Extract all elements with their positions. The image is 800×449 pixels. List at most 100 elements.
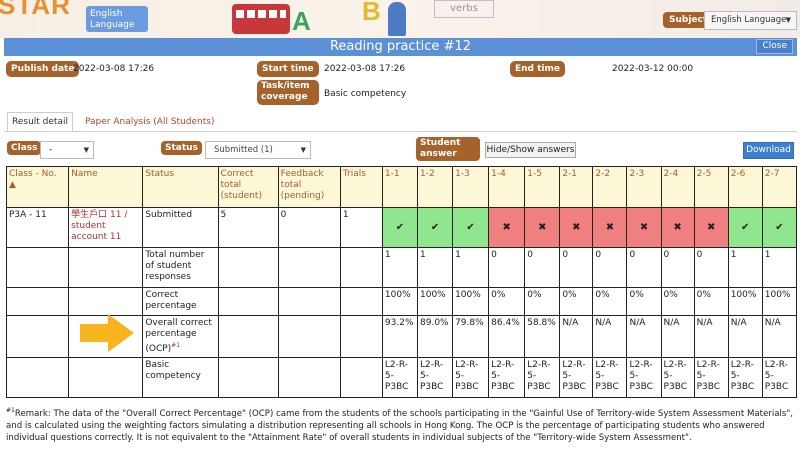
answer-mark-icon[interactable]: ✔ xyxy=(452,207,490,248)
tab-paper-analysis[interactable]: Paper Analysis (All Students) xyxy=(85,112,214,132)
col-header-feedback-total[interactable]: Feedback total (pending) xyxy=(277,166,341,208)
cell-stat-value: 100% xyxy=(416,287,454,316)
tab-divider xyxy=(4,131,797,132)
cell-student-name[interactable]: 學生戶口 11 / student account 11 xyxy=(68,207,144,248)
col-header-status[interactable]: Status xyxy=(142,166,219,208)
subject-select[interactable]: English Language ▼ xyxy=(704,11,797,30)
start-time-label: Start time xyxy=(257,61,319,77)
col-header-q[interactable]: 1-1 xyxy=(381,166,419,208)
col-header-q[interactable]: 1-4 xyxy=(488,166,526,208)
answer-mark-icon[interactable]: ✖ xyxy=(592,207,628,248)
remark-footnote-mark: #1 xyxy=(6,407,15,414)
coverage-value: Basic competency xyxy=(324,89,407,99)
subject-select-value: English Language xyxy=(711,15,787,25)
star-logo: STAR xyxy=(0,0,71,20)
table-row-stat: Basic competency L2-R-5-P3BC L2-R-5-P3BC L2… xyxy=(5,357,798,398)
cell-empty xyxy=(277,315,341,358)
cell-stat-value: 0 xyxy=(488,247,526,288)
cell-stat-value: 58.8% xyxy=(524,315,561,358)
answer-mark-icon[interactable]: ✔ xyxy=(416,207,454,248)
cell-stat-value: 0% xyxy=(693,287,729,316)
cell-stat-value: 1 xyxy=(761,247,798,288)
col-header-name[interactable]: Name xyxy=(68,166,144,208)
subject-badge: English Language xyxy=(86,6,148,32)
table-row-stat: Total number of student responses 1 1 1 0 0 0 0… xyxy=(5,247,798,288)
bus-illustration-icon xyxy=(232,4,290,34)
col-header-correct-total[interactable]: Correct total (student) xyxy=(217,166,279,208)
answer-mark-icon[interactable]: ✖ xyxy=(693,207,729,248)
arrow-right-icon xyxy=(80,314,134,352)
chevron-down-icon: ▼ xyxy=(785,16,791,24)
col-header-q[interactable]: 1-5 xyxy=(524,166,561,208)
answer-mark-icon[interactable]: ✖ xyxy=(524,207,561,248)
cell-empty xyxy=(339,357,383,398)
answer-mark-icon[interactable]: ✖ xyxy=(660,207,695,248)
cell-stat-value: 1 xyxy=(416,247,454,288)
cell-stat-value: N/A xyxy=(727,315,763,358)
cell-stat-value: L2-R-5-P3BC xyxy=(524,357,561,398)
tab-result-detail[interactable]: Result detail xyxy=(7,112,73,132)
col-header-q[interactable]: 2-6 xyxy=(727,166,763,208)
col-header-class-no[interactable]: Class - No. ▲ xyxy=(5,166,70,208)
cell-stat-value: L2-R-5-P3BC xyxy=(416,357,454,398)
cell-empty xyxy=(5,357,70,398)
cell-stat-value: 0 xyxy=(660,247,695,288)
publish-date-label: Publish date xyxy=(6,61,80,77)
cell-stat-label: Overall correct percentage (OCP)#1 xyxy=(142,315,219,358)
chevron-down-icon: ▼ xyxy=(83,146,89,154)
cell-empty xyxy=(339,315,383,358)
cell-stat-value: 0% xyxy=(559,287,594,316)
cell-class-no: P3A - 11 xyxy=(5,207,70,248)
letter-a-illustration: A xyxy=(292,6,311,36)
results-table: Class - No. ▲ Name Status Correct total … xyxy=(5,166,798,398)
cell-stat-value: L2-R-5-P3BC xyxy=(727,357,763,398)
cell-stat-value: 0% xyxy=(592,287,628,316)
end-time-label: End time xyxy=(510,61,565,77)
stat-label-text: Correct percentage xyxy=(145,290,197,311)
answer-mark-icon[interactable]: ✔ xyxy=(381,207,419,248)
cell-empty xyxy=(277,357,341,398)
col-header-q[interactable]: 1-2 xyxy=(416,166,454,208)
download-button[interactable]: Download xyxy=(743,142,794,159)
answer-mark-icon[interactable]: ✔ xyxy=(727,207,763,248)
col-header-q[interactable]: 1-3 xyxy=(452,166,490,208)
stat-label-text: Total number of student responses xyxy=(145,250,205,282)
col-header-q[interactable]: 2-5 xyxy=(693,166,729,208)
student-answer-label: Student answer xyxy=(416,137,480,161)
cell-stat-value: 0 xyxy=(693,247,729,288)
col-header-q[interactable]: 2-4 xyxy=(660,166,695,208)
cell-empty xyxy=(339,247,383,288)
cell-stat-value: L2-R-5-P3BC xyxy=(626,357,662,398)
cell-empty xyxy=(5,315,70,358)
cell-stat-value: 0% xyxy=(524,287,561,316)
cell-stat-value: 0% xyxy=(660,287,695,316)
stat-label-text: Basic competency xyxy=(145,360,201,381)
cell-empty xyxy=(277,247,341,288)
status-select[interactable]: Submitted (1) ▼ xyxy=(205,141,311,159)
cell-empty xyxy=(217,357,279,398)
col-header-q[interactable]: 2-3 xyxy=(626,166,662,208)
col-header-trials[interactable]: Trials xyxy=(339,166,383,208)
answer-mark-icon[interactable]: ✖ xyxy=(559,207,594,248)
table-header-row: Class - No. ▲ Name Status Correct total … xyxy=(5,166,798,208)
cell-stat-value: L2-R-5-P3BC xyxy=(452,357,490,398)
cell-stat-value: 1 xyxy=(452,247,490,288)
col-header-q[interactable]: 2-2 xyxy=(592,166,628,208)
cell-empty xyxy=(217,247,279,288)
cell-stat-value: N/A xyxy=(761,315,798,358)
cell-empty xyxy=(277,287,341,316)
cell-stat-value: 1 xyxy=(381,247,419,288)
cell-stat-value: 0% xyxy=(626,287,662,316)
cell-stat-value: 1 xyxy=(727,247,763,288)
answer-mark-icon[interactable]: ✖ xyxy=(488,207,526,248)
class-select[interactable]: - ▼ xyxy=(40,141,94,159)
end-time-value: 2022-03-12 00:00 xyxy=(612,64,694,74)
cell-empty xyxy=(68,247,144,288)
answer-mark-icon[interactable]: ✖ xyxy=(626,207,662,248)
hide-show-answers-button[interactable]: Hide/Show answers xyxy=(485,142,576,158)
col-header-q[interactable]: 2-1 xyxy=(559,166,594,208)
col-header-q[interactable]: 2-7 xyxy=(761,166,798,208)
cell-stat-value: L2-R-5-P3BC xyxy=(693,357,729,398)
answer-mark-icon[interactable]: ✔ xyxy=(761,207,798,248)
close-button[interactable]: Close xyxy=(756,39,793,54)
